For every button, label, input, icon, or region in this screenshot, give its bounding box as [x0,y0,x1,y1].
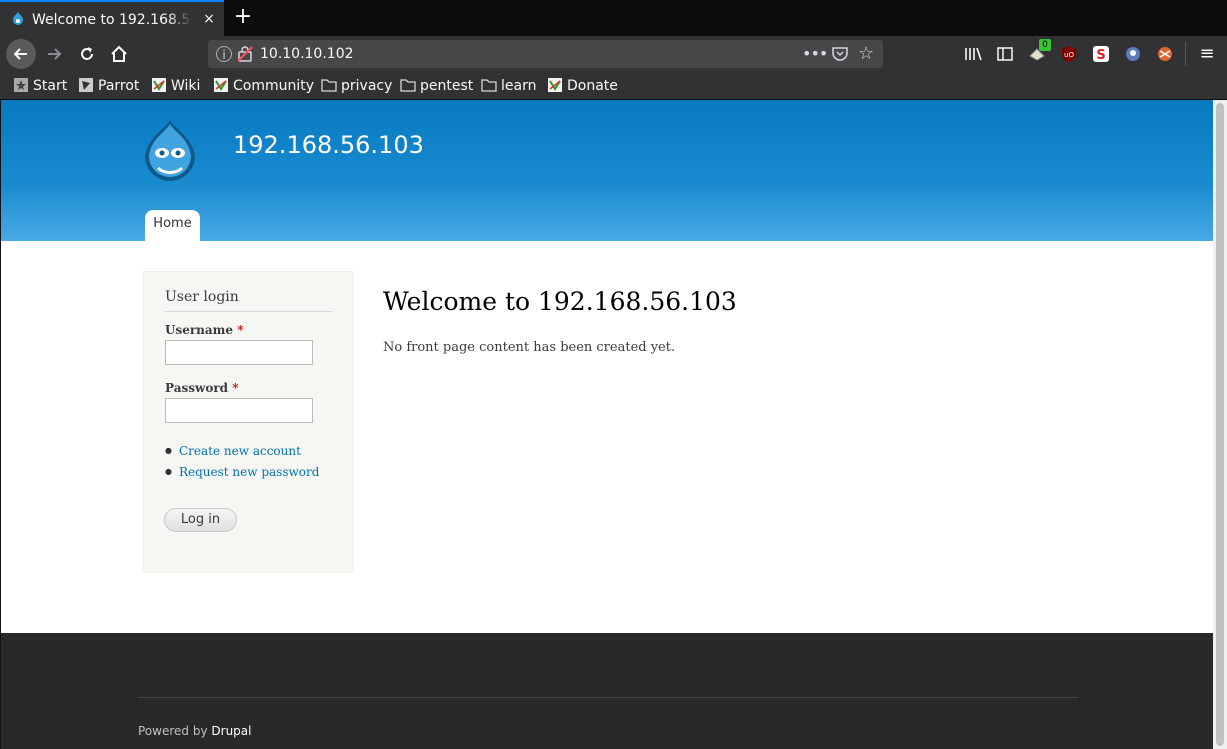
address-bar[interactable]: i 10.10.10.102 ••• ☆ [208,40,883,68]
back-button[interactable] [6,39,36,69]
bookmark-parrot[interactable]: Parrot [78,76,139,96]
sidebar-icon[interactable] [995,44,1015,64]
insecure-lock-icon[interactable] [236,45,254,63]
required-mark: * [237,323,244,337]
tab-strip: Welcome to 192.168.56.103 | 192.168.56.1… [0,0,1227,36]
browser-window: Welcome to 192.168.56.103 | 192.168.56.1… [0,0,1227,749]
site-info-icon[interactable]: i [216,46,232,62]
home-button[interactable] [104,39,134,69]
reload-icon [81,47,93,60]
nav-home-tab[interactable]: Home [145,210,200,241]
tab-title: Welcome to 192.168.56.103 | 192.168.56.1… [32,10,192,30]
powered-by: Powered by Drupal [138,723,251,739]
back-arrow-icon [13,48,27,60]
scrollbar-thumb[interactable] [1216,103,1224,746]
badge-count: 0 [1039,39,1051,51]
star-icon [14,78,28,92]
username-label: Username * [165,323,243,337]
user-login-block: User login Username * Password * Create … [143,271,353,573]
toolbar-separator [1185,42,1186,66]
password-label: Password * [165,381,239,395]
drupal-link[interactable]: Drupal [211,724,251,738]
folder-icon [481,79,497,92]
drupal-logo-icon[interactable] [140,118,200,186]
page-actions-icon[interactable]: ••• [802,44,828,64]
forward-button[interactable] [39,39,69,69]
bookmark-label: Wiki [171,78,201,94]
block-title: User login [165,288,332,312]
page-viewport: 192.168.56.103 Home User login Username … [0,100,1213,749]
bookmark-label: privacy [341,78,393,94]
forward-arrow-icon [48,48,62,60]
site-name[interactable]: 192.168.56.103 [233,130,424,160]
community-icon [214,78,228,92]
bookmark-label: learn [501,78,537,94]
request-password-link[interactable]: Request new password [165,463,319,484]
login-links: Create new account Request new password [165,442,319,484]
password-label-text: Password [165,381,229,395]
login-button[interactable]: Log in [164,508,237,532]
bookmark-label: Start [33,78,68,94]
page-scrollbar[interactable] [1213,100,1227,749]
bookmark-folder-learn[interactable]: learn [481,76,536,96]
bookmark-start[interactable]: Start [13,76,67,96]
bookmark-folder-privacy[interactable]: privacy [321,76,392,96]
wiki-icon [152,78,166,92]
password-field[interactable] [165,398,313,423]
close-tab-icon[interactable]: × [200,10,218,28]
url-text[interactable]: 10.10.10.102 [260,44,354,64]
bookmarks-toolbar: Start Parrot Wiki Community privacy pent… [0,72,1227,100]
browser-tab[interactable]: Welcome to 192.168.56.103 | 192.168.56.1… [0,0,224,36]
reload-button[interactable] [72,39,102,69]
username-field[interactable] [165,340,313,365]
username-label-text: Username [165,323,234,337]
shield-icon[interactable]: uO [1059,44,1079,64]
bookmark-label: pentest [420,78,474,94]
page-title: Welcome to 192.168.56.103 [383,287,737,316]
footer-divider [138,697,1078,698]
bookmark-label: Community [233,78,315,94]
pocket-icon[interactable] [831,45,849,63]
navigation-toolbar: i 10.10.10.102 ••• ☆ 0 uO S ≡ [0,36,1227,72]
folder-icon [400,79,416,92]
bookmark-label: Donate [567,78,618,94]
required-mark: * [232,381,239,395]
drupal-favicon-icon [13,12,23,25]
user-agent-icon[interactable] [1123,44,1143,64]
home-icon [111,45,127,62]
folder-icon [321,79,337,92]
parrot-icon [79,78,93,92]
bookmark-star-icon[interactable]: ☆ [858,43,874,65]
bookmark-community[interactable]: Community [213,76,314,96]
hamburger-menu-icon[interactable]: ≡ [1196,42,1218,66]
bookmark-wiki[interactable]: Wiki [151,76,200,96]
extension-ublock-origin-icon[interactable]: 0 [1027,39,1051,64]
create-account-link[interactable]: Create new account [165,442,319,463]
svg-text:S: S [1096,48,1105,63]
site-footer: Powered by Drupal [1,633,1213,749]
site-header: 192.168.56.103 Home [1,100,1213,241]
new-tab-button[interactable]: + [230,4,256,30]
page-content-text: No front page content has been created y… [383,340,676,355]
bookmark-donate[interactable]: Donate [547,76,618,96]
hackbar-icon[interactable] [1155,44,1175,64]
bookmark-folder-pentest[interactable]: pentest [400,76,473,96]
powered-by-text: Powered by [138,724,208,738]
donate-icon [548,78,562,92]
s-extension-icon[interactable]: S [1091,44,1111,64]
library-icon[interactable] [963,44,983,64]
bookmark-label: Parrot [98,78,140,94]
svg-text:uO: uO [1064,51,1074,59]
